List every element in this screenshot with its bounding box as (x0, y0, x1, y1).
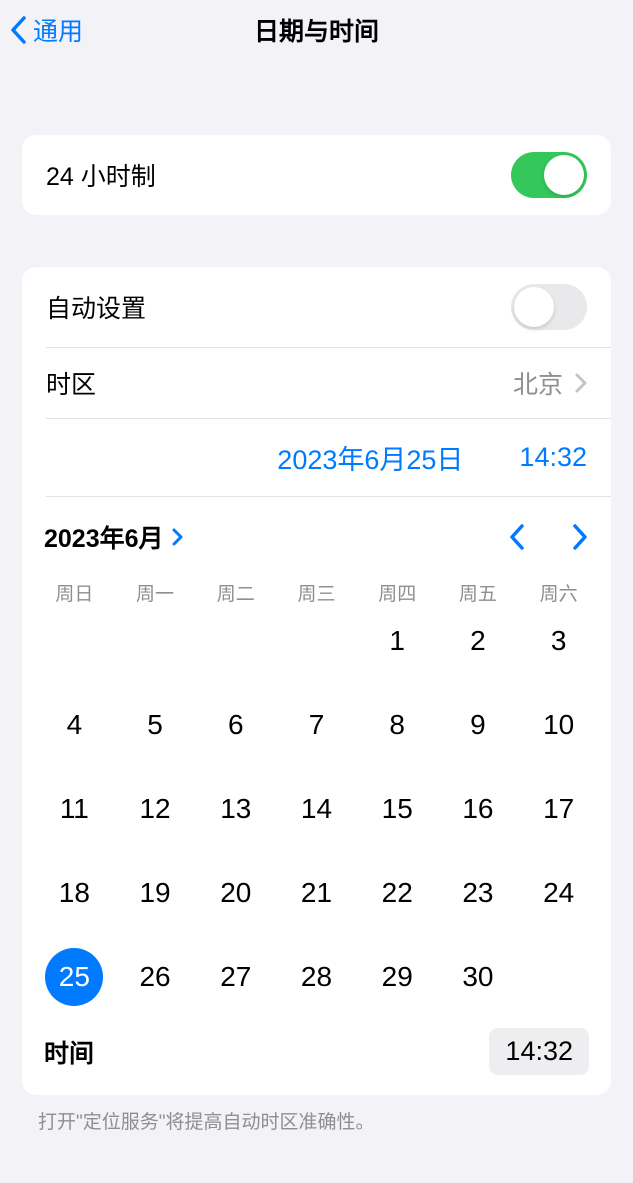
day-cell[interactable]: 19 (115, 864, 196, 922)
day-cell[interactable]: 7 (276, 696, 357, 754)
row-24hour: 24 小时制 (22, 135, 611, 215)
toggle-auto-set[interactable] (511, 284, 587, 330)
back-label: 通用 (33, 12, 83, 48)
section-datetime: 自动设置 时区 北京 2023年6月25日 14:32 2023年6月 (22, 267, 611, 1095)
day-cell[interactable]: 25 (34, 948, 115, 1006)
next-month-button[interactable] (571, 523, 589, 551)
footer-hint: 打开"定位服务"将提高自动时区准确性。 (38, 1107, 595, 1134)
label-24hour: 24 小时制 (46, 157, 156, 193)
day-cell[interactable]: 23 (438, 864, 519, 922)
weekday-header: 周日周一周二周三周四周五周六 (22, 565, 611, 612)
value-timezone: 北京 (513, 365, 587, 401)
month-nav: 2023年6月 (22, 497, 611, 565)
weekday-label: 周二 (195, 579, 276, 606)
day-cell[interactable]: 4 (34, 696, 115, 754)
row-timezone[interactable]: 时区 北京 (22, 348, 611, 418)
day-cell-empty (34, 612, 115, 670)
section-24hour: 24 小时制 (22, 135, 611, 215)
time-label: 时间 (44, 1034, 94, 1070)
day-cell[interactable]: 11 (34, 780, 115, 838)
chevron-right-icon (172, 528, 184, 546)
month-picker[interactable]: 2023年6月 (44, 519, 184, 555)
day-cell[interactable]: 21 (276, 864, 357, 922)
selected-day-indicator: 25 (45, 948, 103, 1006)
day-cell[interactable]: 30 (438, 948, 519, 1006)
label-auto-set: 自动设置 (46, 289, 146, 325)
time-row: 时间 14:32 (22, 1010, 611, 1095)
weekday-label: 周日 (34, 579, 115, 606)
weekday-label: 周五 (438, 579, 519, 606)
toggle-24hour[interactable] (511, 152, 587, 198)
time-picker-value[interactable]: 14:32 (519, 442, 587, 473)
toggle-knob (514, 287, 554, 327)
prev-month-button[interactable] (508, 523, 526, 551)
day-cell[interactable]: 17 (518, 780, 599, 838)
back-button[interactable]: 通用 (10, 12, 83, 48)
day-cell-empty (195, 612, 276, 670)
day-cell[interactable]: 6 (195, 696, 276, 754)
row-auto-set: 自动设置 (22, 267, 611, 347)
toggle-knob (544, 155, 584, 195)
day-cell[interactable]: 24 (518, 864, 599, 922)
day-cell[interactable]: 29 (357, 948, 438, 1006)
weekday-label: 周六 (518, 579, 599, 606)
chevron-right-icon (575, 373, 587, 393)
day-cell[interactable]: 9 (438, 696, 519, 754)
weekday-label: 周一 (115, 579, 196, 606)
day-cell[interactable]: 18 (34, 864, 115, 922)
timezone-text: 北京 (513, 365, 563, 401)
day-cell[interactable]: 27 (195, 948, 276, 1006)
day-cell[interactable]: 20 (195, 864, 276, 922)
month-nav-arrows (508, 523, 589, 551)
day-cell[interactable]: 16 (438, 780, 519, 838)
month-label-text: 2023年6月 (44, 519, 164, 555)
day-cell-empty (276, 612, 357, 670)
weekday-label: 周三 (276, 579, 357, 606)
day-cell[interactable]: 15 (357, 780, 438, 838)
day-cell[interactable]: 5 (115, 696, 196, 754)
weekday-label: 周四 (357, 579, 438, 606)
calendar-grid: 1234567891011121314151617181920212223242… (22, 612, 611, 1010)
time-value-button[interactable]: 14:32 (489, 1028, 589, 1075)
day-cell[interactable]: 2 (438, 612, 519, 670)
label-timezone: 时区 (46, 365, 96, 401)
day-cell[interactable]: 1 (357, 612, 438, 670)
day-cell[interactable]: 8 (357, 696, 438, 754)
day-cell[interactable]: 10 (518, 696, 599, 754)
day-cell[interactable]: 12 (115, 780, 196, 838)
day-cell[interactable]: 22 (357, 864, 438, 922)
day-cell[interactable]: 3 (518, 612, 599, 670)
navigation-header: 通用 日期与时间 (0, 0, 633, 60)
day-cell[interactable]: 14 (276, 780, 357, 838)
day-cell[interactable]: 28 (276, 948, 357, 1006)
date-picker-value[interactable]: 2023年6月25日 (277, 438, 463, 477)
day-cell-empty (115, 612, 196, 670)
day-cell[interactable]: 26 (115, 948, 196, 1006)
day-cell[interactable]: 13 (195, 780, 276, 838)
datetime-display: 2023年6月25日 14:32 (22, 419, 611, 496)
page-title: 日期与时间 (254, 12, 379, 48)
chevron-left-icon (10, 16, 27, 44)
